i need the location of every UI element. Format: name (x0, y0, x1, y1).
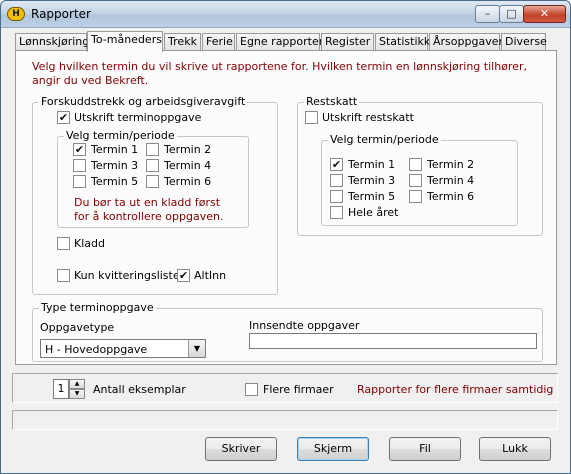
oppgavetype-select[interactable]: H - Hovedoppgave ▼ (40, 339, 206, 358)
forskudd-termin-6-checkbox[interactable] (146, 175, 159, 188)
close-icon: ✕ (539, 7, 550, 20)
restskatt-termin-3-label: Termin 3 (348, 174, 396, 187)
forskudd-termin-legend: Velg termin/periode (64, 129, 177, 143)
utskrift-terminoppgave-checkbox[interactable]: ✔ (57, 111, 70, 124)
restskatt-termin-legend: Velg termin/periode (328, 133, 441, 147)
window-title: Rapporter (31, 7, 91, 21)
restskatt-termin-2-label: Termin 2 (427, 158, 475, 171)
title-bar[interactable]: H Rapporter – □ ✕ (1, 1, 570, 28)
check-icon: ✔ (74, 143, 85, 156)
antall-eksemplar-input[interactable]: 1 (53, 379, 69, 399)
tab-statistikk[interactable]: Statistikk (375, 33, 430, 51)
restskatt-termin-2-checkbox[interactable] (409, 158, 422, 171)
restskatt-termin-1-checkbox[interactable]: ✔ (330, 158, 343, 171)
forskudd-termin-5-checkbox[interactable] (73, 175, 86, 188)
tab-diverse[interactable]: Diverse (501, 33, 547, 51)
tab-trekk[interactable]: Trekk (164, 33, 201, 51)
restskatt-termin-1-label: Termin 1 (348, 158, 396, 171)
altinn-label: AltInn (194, 269, 227, 282)
flere-firmaer-note: Rapporter for flere firmaer samtidig (357, 383, 554, 396)
oppgavetype-label: Oppgavetype (40, 321, 115, 334)
rapporter-window: H Rapporter – □ ✕ Lønnskjøring To-månede… (0, 0, 571, 474)
restskatt-termin-6-label: Termin 6 (427, 190, 475, 203)
innsendte-oppgaver-field[interactable] (249, 333, 537, 349)
lukk-button-label: Lukk (502, 442, 528, 455)
tab-egne-rapporter[interactable]: Egne rapporter (236, 33, 323, 51)
maximize-icon: □ (506, 7, 517, 20)
restskatt-termin-5-label: Termin 5 (348, 190, 396, 203)
restskatt-termin-6-checkbox[interactable] (409, 190, 422, 203)
kun-kvitteringsliste-label: Kun kvitteringsliste (74, 269, 180, 282)
forskudd-termin-3-label: Termin 3 (91, 159, 139, 172)
lukk-button[interactable]: Lukk (479, 437, 551, 461)
forskudd-termin-4-checkbox[interactable] (146, 159, 159, 172)
oppgavetype-value: H - Hovedoppgave (45, 343, 148, 356)
forskudd-termin-4-label: Termin 4 (164, 159, 212, 172)
kladd-label: Kladd (74, 237, 105, 250)
utskrift-restskatt-checkbox[interactable] (305, 111, 318, 124)
tab-arsoppgaver[interactable]: Årsoppgaver (429, 33, 503, 51)
restskatt-hele-aret-checkbox[interactable] (330, 206, 343, 219)
utskrift-terminoppgave-label: Utskrift terminoppgave (74, 111, 202, 124)
forskudd-termin-2-checkbox[interactable] (146, 143, 159, 156)
tab-ferie[interactable]: Ferie (202, 33, 235, 51)
restskatt-termin-4-checkbox[interactable] (409, 174, 422, 187)
check-icon: ✔ (331, 158, 342, 171)
flere-firmaer-label: Flere firmaer (263, 383, 334, 396)
kladd-checkbox[interactable] (57, 237, 70, 250)
skjerm-button-label: Skjerm (313, 442, 353, 455)
restskatt-termin-5-checkbox[interactable] (330, 190, 343, 203)
tab-to-maneders[interactable]: To-måneders (87, 31, 163, 52)
spin-down-button[interactable]: ▼ (69, 389, 85, 399)
tab-lonnskjoring[interactable]: Lønnskjøring (15, 33, 89, 51)
close-button[interactable]: ✕ (523, 5, 566, 23)
forskudd-termin-1-checkbox[interactable]: ✔ (73, 143, 86, 156)
spin-up-button[interactable]: ▲ (69, 379, 85, 389)
check-icon: ✔ (178, 269, 189, 282)
maximize-button[interactable]: □ (499, 5, 524, 23)
forskudd-termin-1-label: Termin 1 (91, 143, 139, 156)
altinn-checkbox[interactable]: ✔ (177, 269, 190, 282)
skriver-button[interactable]: Skriver (205, 437, 277, 461)
tab-register[interactable]: Register (321, 33, 374, 51)
spin-up-icon: ▲ (74, 380, 80, 387)
innsendte-oppgaver-label: Innsendte oppgaver (249, 319, 360, 332)
restskatt-hele-aret-label: Hele året (348, 206, 399, 219)
skjerm-button[interactable]: Skjerm (297, 437, 369, 461)
antall-eksemplar-label: Antall eksemplar (93, 383, 186, 396)
forskudd-legend: Forskuddstrekk og arbeidsgiveravgift (39, 95, 248, 109)
forskudd-termin-5-label: Termin 5 (91, 175, 139, 188)
kun-kvitteringsliste-checkbox[interactable] (57, 269, 70, 282)
status-bar (12, 410, 558, 430)
skriver-button-label: Skriver (221, 442, 261, 455)
fil-button-label: Fil (419, 442, 431, 455)
intro-text: Velg hvilken termin du vil skrive ut rap… (32, 60, 527, 87)
fil-button[interactable]: Fil (389, 437, 461, 461)
minimize-button[interactable]: – (475, 5, 500, 23)
restskatt-legend: Restskatt (304, 95, 360, 109)
utskrift-restskatt-label: Utskrift restskatt (322, 111, 414, 124)
flere-firmaer-checkbox[interactable] (245, 383, 258, 396)
type-terminoppgave-legend: Type terminoppgave (39, 301, 156, 315)
dropdown-arrow-icon[interactable]: ▼ (188, 340, 205, 357)
forskudd-termin-2-label: Termin 2 (164, 143, 212, 156)
restskatt-termin-4-label: Termin 4 (427, 174, 475, 187)
forskudd-termin-6-label: Termin 6 (164, 175, 212, 188)
check-icon: ✔ (58, 111, 69, 124)
app-logo-icon: H (7, 7, 25, 21)
kladd-warning: Du bør ta ut en kladd først for å kontro… (74, 196, 224, 223)
spin-down-icon: ▼ (74, 390, 80, 397)
minimize-icon: – (484, 7, 491, 20)
restskatt-termin-3-checkbox[interactable] (330, 174, 343, 187)
forskudd-termin-3-checkbox[interactable] (73, 159, 86, 172)
